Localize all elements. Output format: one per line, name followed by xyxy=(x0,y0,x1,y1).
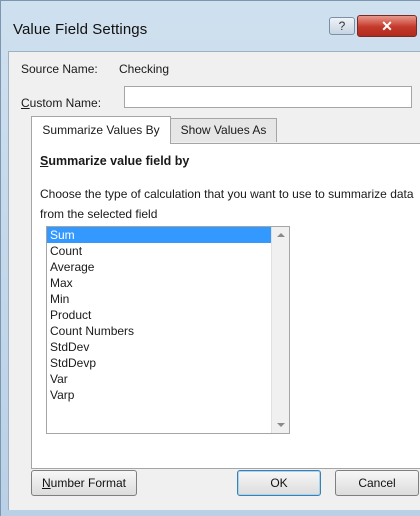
number-format-button[interactable]: Number Format xyxy=(31,470,137,496)
help-icon: ? xyxy=(338,19,346,33)
custom-name-accelerator: C xyxy=(21,96,30,110)
source-name-label: Source Name: xyxy=(21,62,98,76)
ok-button[interactable]: OK xyxy=(237,470,321,496)
custom-name-label-text: ustom Name: xyxy=(29,96,102,110)
cancel-button[interactable]: Cancel xyxy=(335,470,419,496)
list-item-sum[interactable]: Sum xyxy=(47,227,271,243)
custom-name-input[interactable] xyxy=(124,86,412,108)
list-item-product[interactable]: Product xyxy=(47,307,271,323)
tab-summarize-values-by[interactable]: Summarize Values By xyxy=(31,116,171,144)
section-description: Choose the type of calculation that you … xyxy=(40,187,414,221)
scroll-up-icon[interactable] xyxy=(277,233,285,237)
source-name-value: Checking xyxy=(119,62,170,76)
custom-name-label: Custom Name: xyxy=(21,96,101,110)
scroll-down-icon[interactable] xyxy=(277,423,285,427)
dialog-window: Value Field Settings ? ✕ Source Name: Ch… xyxy=(0,0,420,516)
close-icon: ✕ xyxy=(381,18,393,34)
list-item-min[interactable]: Min xyxy=(47,291,271,307)
list-item-count-numbers[interactable]: Count Numbers xyxy=(47,323,271,339)
list-item-max[interactable]: Max xyxy=(47,275,271,291)
list-item-var[interactable]: Var xyxy=(47,371,271,387)
help-button[interactable]: ? xyxy=(329,17,355,35)
section-title: Summarize value field by xyxy=(40,154,189,168)
tab-show-values-as[interactable]: Show Values As xyxy=(171,118,277,142)
calculation-listbox[interactable]: Sum Count Average Max Min Product Count Number… xyxy=(46,226,290,434)
dialog-body: Source Name: Checking Custom Name: Summa… xyxy=(8,51,420,510)
list-item-count[interactable]: Count xyxy=(47,243,271,259)
section-title-text: ummarize value field by xyxy=(48,154,190,168)
list-item-varp[interactable]: Varp xyxy=(47,387,271,403)
list-item-average[interactable]: Average xyxy=(47,259,271,275)
number-format-label: umber Format xyxy=(50,476,127,490)
calculation-list-items: Sum Count Average Max Min Product Count Number… xyxy=(47,227,271,403)
listbox-scrollbar[interactable] xyxy=(271,227,289,433)
dialog-title: Value Field Settings xyxy=(13,21,148,38)
number-format-accelerator: N xyxy=(41,476,51,490)
close-button[interactable]: ✕ xyxy=(357,15,417,37)
tab-panel: Summarize value field by Choose the type… xyxy=(31,143,420,469)
list-item-stddev[interactable]: StdDev xyxy=(47,339,271,355)
list-item-stddevp[interactable]: StdDevp xyxy=(47,355,271,371)
